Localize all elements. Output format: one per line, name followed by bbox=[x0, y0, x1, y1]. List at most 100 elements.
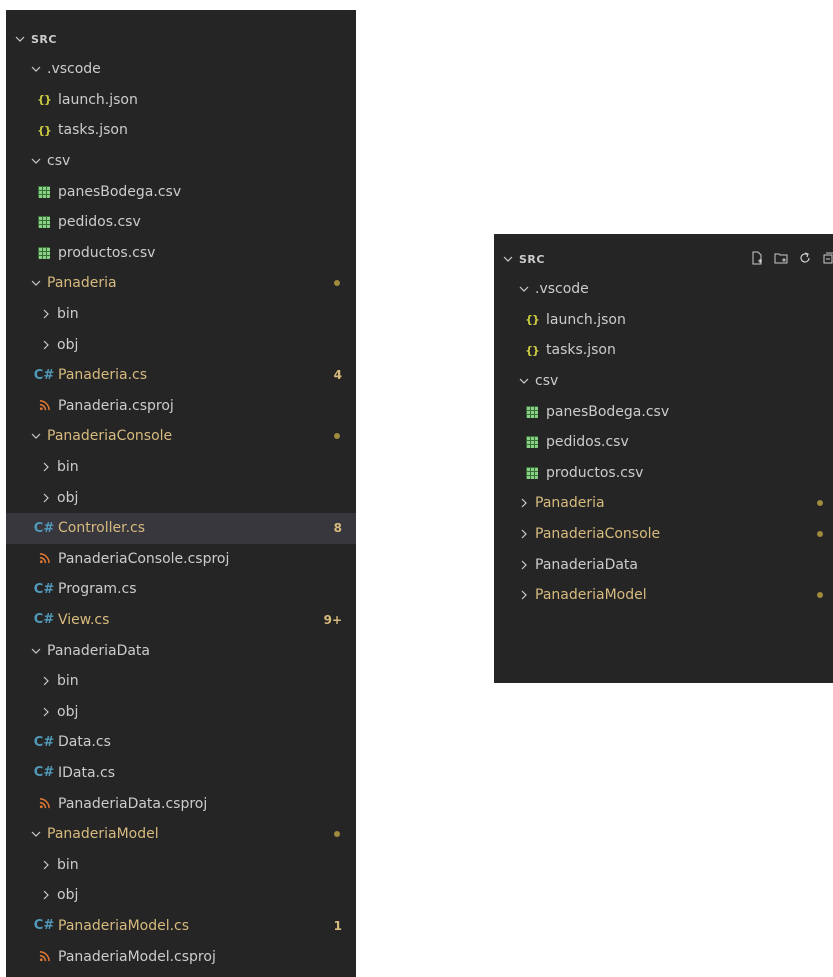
tree-file[interactable]: C# View.cs 9+ bbox=[6, 605, 356, 636]
tree-item-label: bin bbox=[57, 306, 79, 323]
new-folder-icon[interactable] bbox=[773, 250, 789, 266]
json-icon: {} bbox=[37, 93, 52, 107]
tree-item-label: launch.json bbox=[546, 311, 626, 328]
tree-folder[interactable]: PanaderiaConsole bbox=[494, 519, 833, 550]
new-file-icon[interactable] bbox=[749, 250, 765, 266]
tree-item-label: .vscode bbox=[47, 61, 101, 78]
tree-folder[interactable]: PanaderiaData bbox=[494, 549, 833, 580]
tree-item-label: PanaderiaConsole.csproj bbox=[58, 550, 230, 567]
tree-item-label: Panaderia bbox=[535, 495, 605, 512]
csharp-icon: C# bbox=[33, 734, 55, 750]
tree-folder[interactable]: bin bbox=[6, 849, 356, 880]
tree-file[interactable]: pedidos.csv bbox=[6, 207, 356, 238]
rss-icon bbox=[36, 951, 52, 962]
tree-folder[interactable]: obj bbox=[6, 696, 356, 727]
tree-item-label: Panaderia.cs bbox=[58, 367, 148, 384]
tree-folder[interactable]: csv bbox=[6, 146, 356, 177]
table-icon bbox=[524, 405, 540, 418]
chevron-right-icon bbox=[516, 560, 532, 570]
chevron-right-icon bbox=[516, 498, 532, 508]
explorer-panel-expanded: SRC .vscode {} launch.json {} tasks.json csv p… bbox=[6, 10, 356, 977]
table-icon bbox=[36, 216, 52, 229]
tree-file[interactable]: panesBodega.csv bbox=[6, 176, 356, 207]
tree-folder[interactable]: Panaderia bbox=[494, 488, 833, 519]
json-icon: {} bbox=[525, 313, 540, 327]
tree-file[interactable]: C# Controller.cs 8 bbox=[6, 512, 356, 544]
tree-file[interactable]: C# PanaderiaModel.cs 1 bbox=[6, 911, 356, 942]
tree-item-label: csv bbox=[535, 373, 559, 390]
chevron-down-icon bbox=[28, 431, 44, 441]
chevron-down-icon bbox=[516, 284, 532, 294]
tree-file[interactable]: PanaderiaModel.csproj bbox=[6, 941, 356, 972]
tree-folder[interactable]: PanaderiaModel bbox=[6, 819, 356, 850]
chevron-down-icon bbox=[516, 376, 532, 386]
tree-item-label: PanaderiaConsole bbox=[535, 526, 661, 543]
rss-icon bbox=[36, 553, 52, 564]
tree-file[interactable]: {} tasks.json bbox=[494, 335, 833, 366]
modified-dot-icon bbox=[334, 831, 340, 838]
tree-item-label: panesBodega.csv bbox=[546, 403, 670, 420]
tree-item-label: PanaderiaData bbox=[47, 642, 150, 659]
csharp-icon: C# bbox=[33, 612, 55, 628]
chevron-down-icon bbox=[28, 829, 44, 839]
tree-file[interactable]: productos.csv bbox=[6, 238, 356, 269]
chevron-down-icon bbox=[28, 156, 44, 166]
refresh-icon[interactable] bbox=[797, 250, 813, 266]
tree-folder[interactable]: .vscode bbox=[6, 54, 356, 85]
tree-folder[interactable]: PanaderiaData bbox=[6, 635, 356, 666]
tree-folder[interactable]: bin bbox=[6, 299, 356, 330]
modified-dot-icon bbox=[334, 433, 340, 440]
table-icon bbox=[36, 185, 52, 198]
tree-file[interactable]: C# Program.cs bbox=[6, 574, 356, 605]
tree-folder[interactable]: obj bbox=[6, 329, 356, 360]
tree-folder[interactable]: bin bbox=[6, 452, 356, 483]
json-icon: {} bbox=[525, 343, 540, 357]
collapse-all-icon[interactable] bbox=[821, 250, 833, 266]
tree-file[interactable]: {} launch.json bbox=[6, 85, 356, 116]
tree-folder[interactable]: PanaderiaConsole bbox=[6, 421, 356, 452]
tree-folder[interactable]: .vscode bbox=[494, 274, 833, 305]
tree-item-label: bin bbox=[57, 459, 79, 476]
explorer-section-header[interactable]: SRC bbox=[494, 244, 833, 274]
tree-file[interactable]: {} tasks.json bbox=[6, 115, 356, 146]
tree-item-label: PanaderiaModel bbox=[535, 587, 647, 604]
explorer-section-title: SRC bbox=[519, 252, 545, 266]
problems-badge: 1 bbox=[333, 918, 342, 933]
tree-file[interactable]: Panaderia.csproj bbox=[6, 391, 356, 422]
tree-item-label: productos.csv bbox=[58, 244, 156, 261]
csharp-icon: C# bbox=[33, 520, 55, 536]
chevron-right-icon bbox=[38, 309, 54, 319]
modified-dot-icon bbox=[334, 280, 340, 287]
rss-icon bbox=[36, 798, 52, 809]
modified-dot-icon bbox=[817, 592, 823, 599]
tree-file[interactable]: PanaderiaData.csproj bbox=[6, 788, 356, 819]
tree-folder[interactable]: csv bbox=[494, 366, 833, 397]
tree-file[interactable]: C# IData.cs bbox=[6, 758, 356, 789]
tree-item-label: PanaderiaModel.csproj bbox=[58, 948, 216, 965]
tree-folder[interactable]: obj bbox=[6, 880, 356, 911]
tree-file[interactable]: pedidos.csv bbox=[494, 427, 833, 458]
tree-item-label: Data.cs bbox=[58, 734, 111, 751]
tree-file[interactable]: PanaderiaConsole.csproj bbox=[6, 544, 356, 575]
tree-item-label: PanaderiaModel bbox=[47, 826, 159, 843]
tree-file[interactable]: productos.csv bbox=[494, 458, 833, 489]
tree-folder[interactable]: obj bbox=[6, 482, 356, 513]
tree-folder[interactable]: Panaderia bbox=[6, 268, 356, 299]
tree-folder[interactable]: bin bbox=[6, 666, 356, 697]
tree-folder[interactable]: PanaderiaModel bbox=[494, 580, 833, 611]
tree-file[interactable]: C# Panaderia.cs 4 bbox=[6, 360, 356, 391]
chevron-right-icon bbox=[38, 707, 54, 717]
chevron-right-icon bbox=[38, 860, 54, 870]
tree-file[interactable]: C# Data.cs bbox=[6, 727, 356, 758]
table-icon bbox=[524, 436, 540, 449]
tree-item-label: PanaderiaData bbox=[535, 556, 638, 573]
tree-item-label: Panaderia.csproj bbox=[58, 397, 174, 414]
explorer-section-header[interactable]: SRC bbox=[6, 24, 356, 54]
chevron-right-icon bbox=[38, 890, 54, 900]
tree-item-label: tasks.json bbox=[546, 342, 616, 359]
tree-file[interactable]: panesBodega.csv bbox=[494, 396, 833, 427]
tree-file[interactable]: {} launch.json bbox=[494, 305, 833, 336]
tree-item-label: obj bbox=[57, 336, 79, 353]
tree-item-label: bin bbox=[57, 856, 79, 873]
tree-item-label: pedidos.csv bbox=[546, 434, 629, 451]
